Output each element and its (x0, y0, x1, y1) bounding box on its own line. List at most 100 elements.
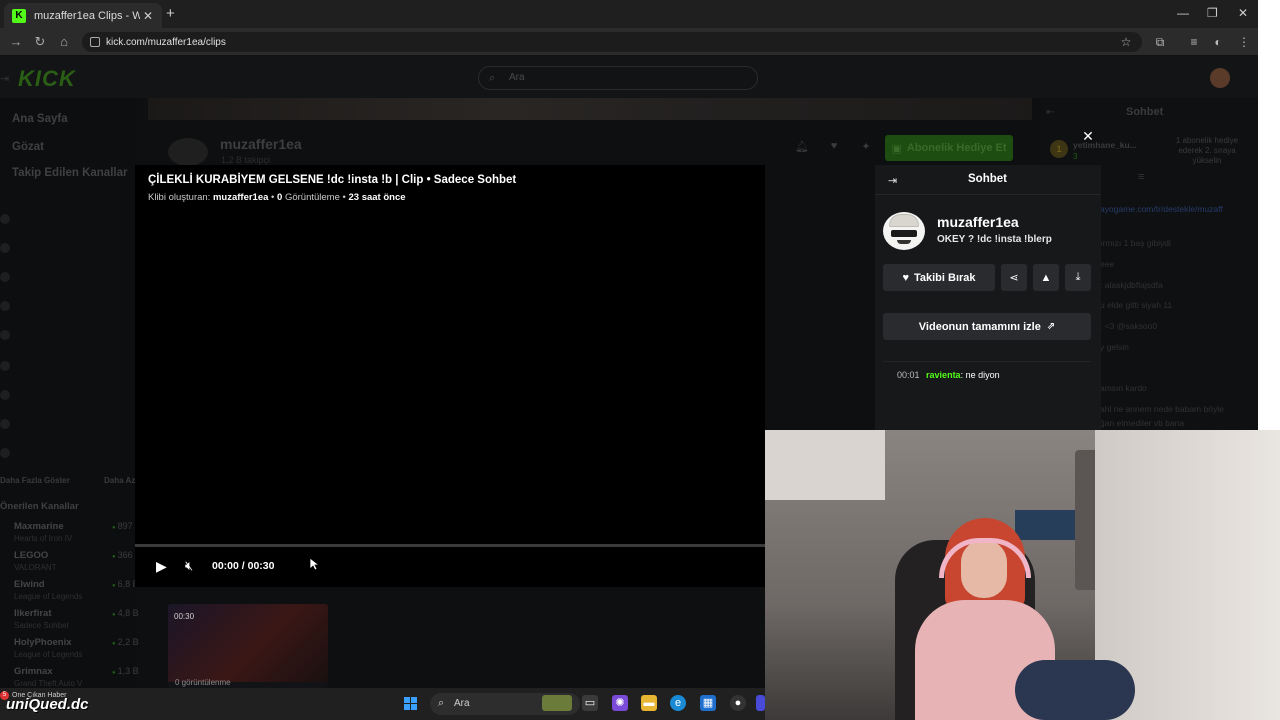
rec-channel-viewers: 1,3 B (112, 666, 139, 676)
home-icon[interactable]: ⌂ (56, 34, 72, 50)
followed-channel-row[interactable] (0, 327, 136, 345)
rec-channel-name[interactable]: Ilkerfirat (14, 608, 52, 619)
followed-channel-row[interactable] (0, 269, 136, 287)
task-view-icon[interactable]: ▭ (582, 695, 598, 711)
nav-home[interactable]: Ana Sayfa (12, 113, 68, 125)
heart-icon: ♥ (902, 271, 909, 284)
bookmark-star-icon[interactable]: ☆ (1118, 34, 1134, 50)
maximize-icon[interactable]: ❐ (1207, 6, 1218, 20)
promo-count: 3 (1073, 152, 1078, 161)
related-clip-card[interactable]: 00:30 0 görüntülenme (168, 604, 328, 688)
followed-channel-row[interactable] (0, 387, 136, 405)
followed-channel-row[interactable] (0, 445, 136, 463)
widgets-icon[interactable] (542, 695, 572, 711)
progress-bar[interactable] (135, 544, 765, 547)
clip-chat-title: Sohbet (968, 173, 1007, 185)
rec-channel-name[interactable]: Elwind (14, 579, 45, 590)
nav-browse[interactable]: Gözat (12, 141, 44, 153)
rec-channel-category: VALORANT (14, 563, 57, 572)
user-avatar[interactable] (1210, 68, 1230, 88)
close-modal-icon[interactable]: ✕ (1080, 128, 1096, 144)
share-button[interactable]: ⋖ (1001, 264, 1027, 291)
sparkle-icon[interactable]: ✦ (859, 140, 873, 154)
bell-icon[interactable]: 🔔︎ (795, 140, 809, 154)
collapse-chat-icon[interactable]: ⇤ (1046, 107, 1054, 118)
gift-subscription-button[interactable]: ▣ Abonelik Hediye Et (885, 135, 1013, 161)
divider (883, 361, 1091, 362)
bg-chat-line: amsın kardo (1100, 383, 1147, 393)
background-chat-title: Sohbet (1126, 106, 1164, 118)
show-less-link[interactable]: Daha Az (104, 476, 135, 485)
new-tab-icon[interactable]: + (166, 5, 180, 22)
clip-title: ÇİLEKLİ KURABİYEM GELSENE !dc !insta !b … (148, 174, 517, 186)
rec-channel-category: League of Legends (14, 592, 83, 601)
followed-channel-row[interactable] (0, 416, 136, 434)
rec-channel-name[interactable]: HolyPhoenix (14, 637, 72, 648)
bg-chat-line: ayogame.com/tr/destekle/muzaff (1100, 204, 1223, 214)
rec-channel-viewers: 366 (112, 550, 133, 560)
related-clip-views: 0 görüntülenme (175, 678, 231, 687)
gift-subscription-label: Abonelik Hediye Et (906, 142, 1007, 154)
windows-start-icon[interactable] (404, 697, 418, 711)
clip-views-count: 0 (277, 192, 283, 203)
clip-creator[interactable]: muzaffer1ea (213, 192, 268, 203)
muted-speaker-icon[interactable]: 🔇︎ (185, 558, 203, 574)
report-button[interactable]: ▲ (1033, 264, 1059, 291)
site-search-input[interactable]: ⌕ Ara (478, 66, 758, 90)
kick-logo[interactable]: KICK (18, 66, 76, 92)
app-icon[interactable] (756, 695, 765, 711)
gift-icon: ▣ (891, 142, 902, 155)
close-tab-icon[interactable]: ✕ (140, 9, 156, 23)
extensions-icon[interactable]: ⧉ (1152, 34, 1168, 50)
streamer-name[interactable]: muzaffer1ea (937, 214, 1019, 230)
watch-full-video-button[interactable]: Videonun tamamını izle ⇗ (883, 313, 1091, 340)
profile-icon[interactable]: ◐ (1210, 34, 1226, 50)
store-icon[interactable]: ▦ (700, 695, 716, 711)
collapse-panel-icon[interactable]: ⇥ (888, 174, 900, 187)
close-window-icon[interactable]: ✕ (1238, 6, 1248, 20)
forward-icon[interactable]: → (8, 34, 24, 50)
share-icon: ⋖ (1009, 272, 1019, 284)
copilot-icon[interactable]: ✺ (612, 695, 628, 711)
reload-icon[interactable]: ↻ (32, 34, 48, 50)
nav-following[interactable]: Takip Edilen Kanallar (12, 167, 127, 179)
site-info-icon[interactable] (90, 37, 100, 47)
clip-video-player[interactable] (135, 165, 765, 545)
minimize-icon[interactable]: — (1177, 6, 1189, 20)
clip-meta-prefix: Klibi oluşturan: (148, 192, 211, 203)
download-button[interactable]: ⤓ (1065, 264, 1091, 291)
clip-chat-panel (875, 165, 1101, 430)
edge-browser-icon[interactable]: e (670, 695, 686, 711)
channel-name[interactable]: muzaffer1ea (220, 136, 302, 152)
file-explorer-icon[interactable]: ▬ (641, 695, 657, 711)
followed-channel-row[interactable] (0, 358, 136, 376)
browser-tab[interactable]: K muzaffer1ea Clips - Watch Live ✕ (4, 3, 162, 28)
followed-channel-row[interactable] (0, 298, 136, 316)
rec-channel-name[interactable]: Grimnax (14, 666, 53, 677)
filter-icon[interactable]: ≡ (1138, 171, 1144, 183)
kick-favicon-icon: K (12, 8, 26, 23)
rec-channel-category: Hearts of Iron IV (14, 534, 73, 543)
channel-avatar[interactable] (168, 138, 208, 166)
show-more-link[interactable]: Daha Fazla Göster (0, 476, 70, 485)
warning-icon: ▲ (1040, 271, 1052, 284)
followed-channel-row[interactable] (0, 240, 136, 258)
rec-channel-category: Grand Theft Auto V (14, 679, 83, 688)
webcam-overlay (765, 430, 1280, 720)
clip-chat-message: 00:01 ravienta: ne diyon (897, 370, 1000, 380)
app-icon[interactable]: ● (730, 695, 746, 711)
menu-kebab-icon[interactable]: ⋮ (1236, 34, 1252, 50)
chat-text: ne diyon (965, 370, 1000, 380)
watch-full-label: Videonun tamamını izle (918, 320, 1041, 333)
rec-channel-name[interactable]: LEGOO (14, 550, 48, 561)
chat-username[interactable]: ravienta (926, 370, 961, 380)
rec-channel-name[interactable]: Maxmarine (14, 521, 64, 532)
play-icon[interactable]: ▶ (156, 558, 172, 574)
reading-list-icon[interactable]: ≡ (1186, 34, 1202, 50)
streamer-avatar[interactable] (883, 212, 925, 250)
sidebar-toggle-icon[interactable]: ⇥ (0, 72, 9, 85)
heart-icon[interactable]: ♥ (827, 140, 841, 154)
url-field[interactable]: kick.com/muzaffer1ea/clips (82, 32, 1142, 52)
unfollow-button[interactable]: ♥ Takibi Bırak (883, 264, 995, 291)
followed-channel-row[interactable] (0, 211, 136, 229)
